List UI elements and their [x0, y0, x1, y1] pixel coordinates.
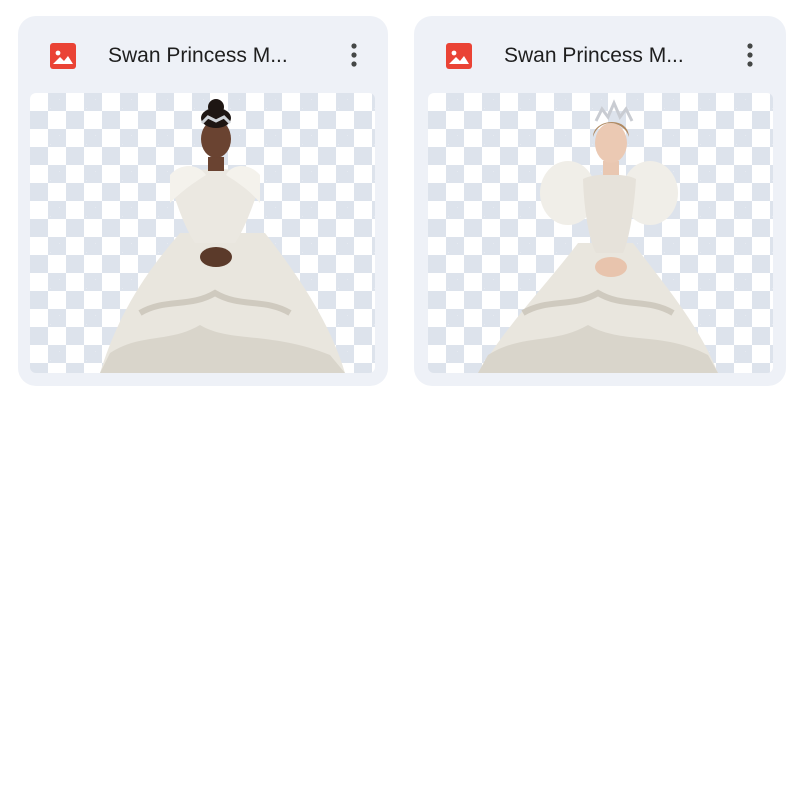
file-name[interactable]: Swan Princess M... — [504, 42, 714, 70]
file-grid: Swan Princess M... Swan Princess M... — [0, 0, 794, 786]
file-card-header: Swan Princess M... — [414, 16, 786, 94]
file-name[interactable]: Swan Princess M... — [108, 42, 318, 70]
file-card[interactable]: Swan Princess M... — [18, 16, 388, 386]
image-file-icon — [446, 43, 472, 69]
more-options-button[interactable] — [736, 38, 764, 74]
file-card-header: Swan Princess M... — [18, 16, 388, 94]
princess-image — [478, 99, 718, 373]
more-vertical-icon — [351, 43, 357, 67]
file-thumbnail[interactable] — [428, 93, 773, 373]
more-vertical-icon — [747, 43, 753, 67]
file-card[interactable]: Swan Princess M... — [414, 16, 786, 386]
file-thumbnail[interactable] — [30, 93, 375, 373]
more-options-button[interactable] — [340, 38, 368, 74]
princess-image — [100, 99, 345, 373]
image-file-icon — [50, 43, 76, 69]
